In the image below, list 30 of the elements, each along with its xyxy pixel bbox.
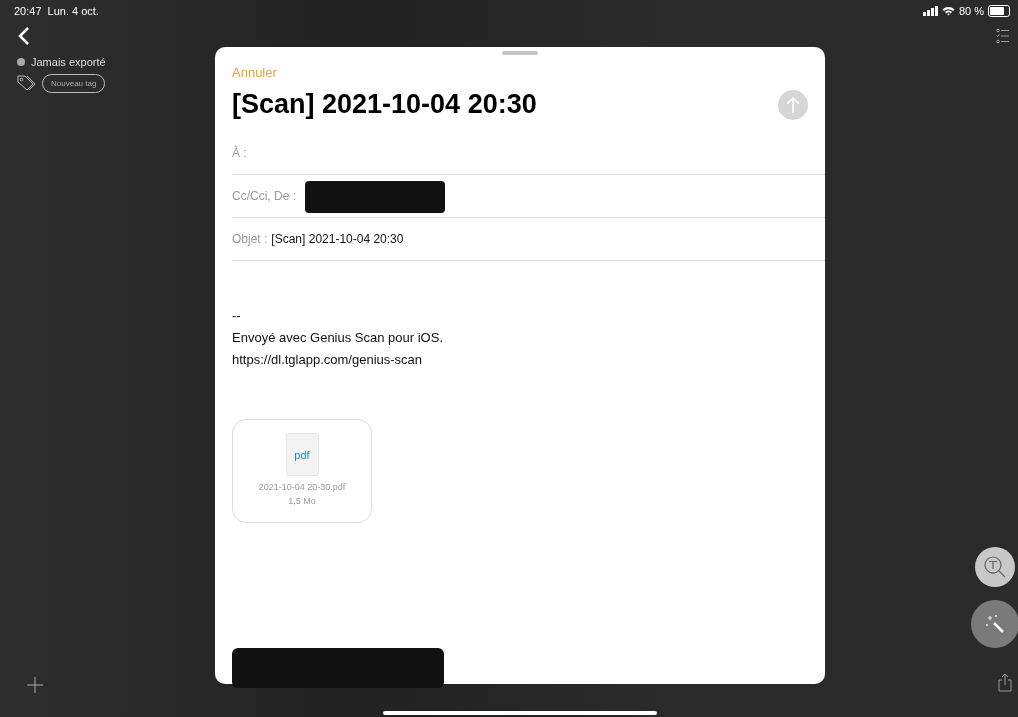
attachment-card[interactable]: pdf 2021-10-04 20-30.pdf 1,5 Mo: [232, 419, 372, 523]
share-icon[interactable]: [998, 673, 1012, 692]
magic-wand-icon: [984, 613, 1006, 635]
status-time: 20:47: [14, 5, 42, 17]
body-text: Envoyé avec Genius Scan pour iOS.: [232, 329, 444, 347]
magic-wand-button[interactable]: [971, 600, 1018, 648]
checklist-icon[interactable]: [996, 28, 1010, 44]
status-date: Lun. 4 oct.: [47, 5, 99, 17]
file-type: pdf: [294, 448, 310, 461]
text-search-button[interactable]: [975, 547, 1015, 587]
add-icon[interactable]: [27, 677, 43, 693]
subject-title: [Scan] 2021-10-04 20:30: [232, 89, 537, 120]
tag-icon: [17, 74, 37, 93]
attachment-name: 2021-10-04 20-30.pdf: [258, 482, 346, 492]
body-text: --: [232, 307, 242, 325]
back-icon[interactable]: [18, 26, 30, 46]
field-label: À :: [232, 146, 247, 160]
status-dot: [17, 58, 25, 66]
field-label: Cc/Cci, De :: [232, 189, 296, 203]
battery-percent: 80 %: [958, 5, 984, 17]
arrow-up-icon: [785, 95, 801, 114]
signal-icon: [922, 6, 938, 16]
export-status: Jamais exporté: [31, 56, 106, 68]
body-text: https://dl.tglapp.com/genius-scan: [232, 351, 424, 369]
attachment-size: 1,5 Mo: [288, 496, 316, 506]
field-label: Objet :: [232, 232, 268, 246]
battery-icon: [988, 5, 1010, 17]
wifi-icon: [941, 6, 955, 16]
text-search-icon: [982, 554, 1008, 580]
input-field[interactable]: [Scan] 2021-10-04 20:30: [271, 228, 825, 250]
